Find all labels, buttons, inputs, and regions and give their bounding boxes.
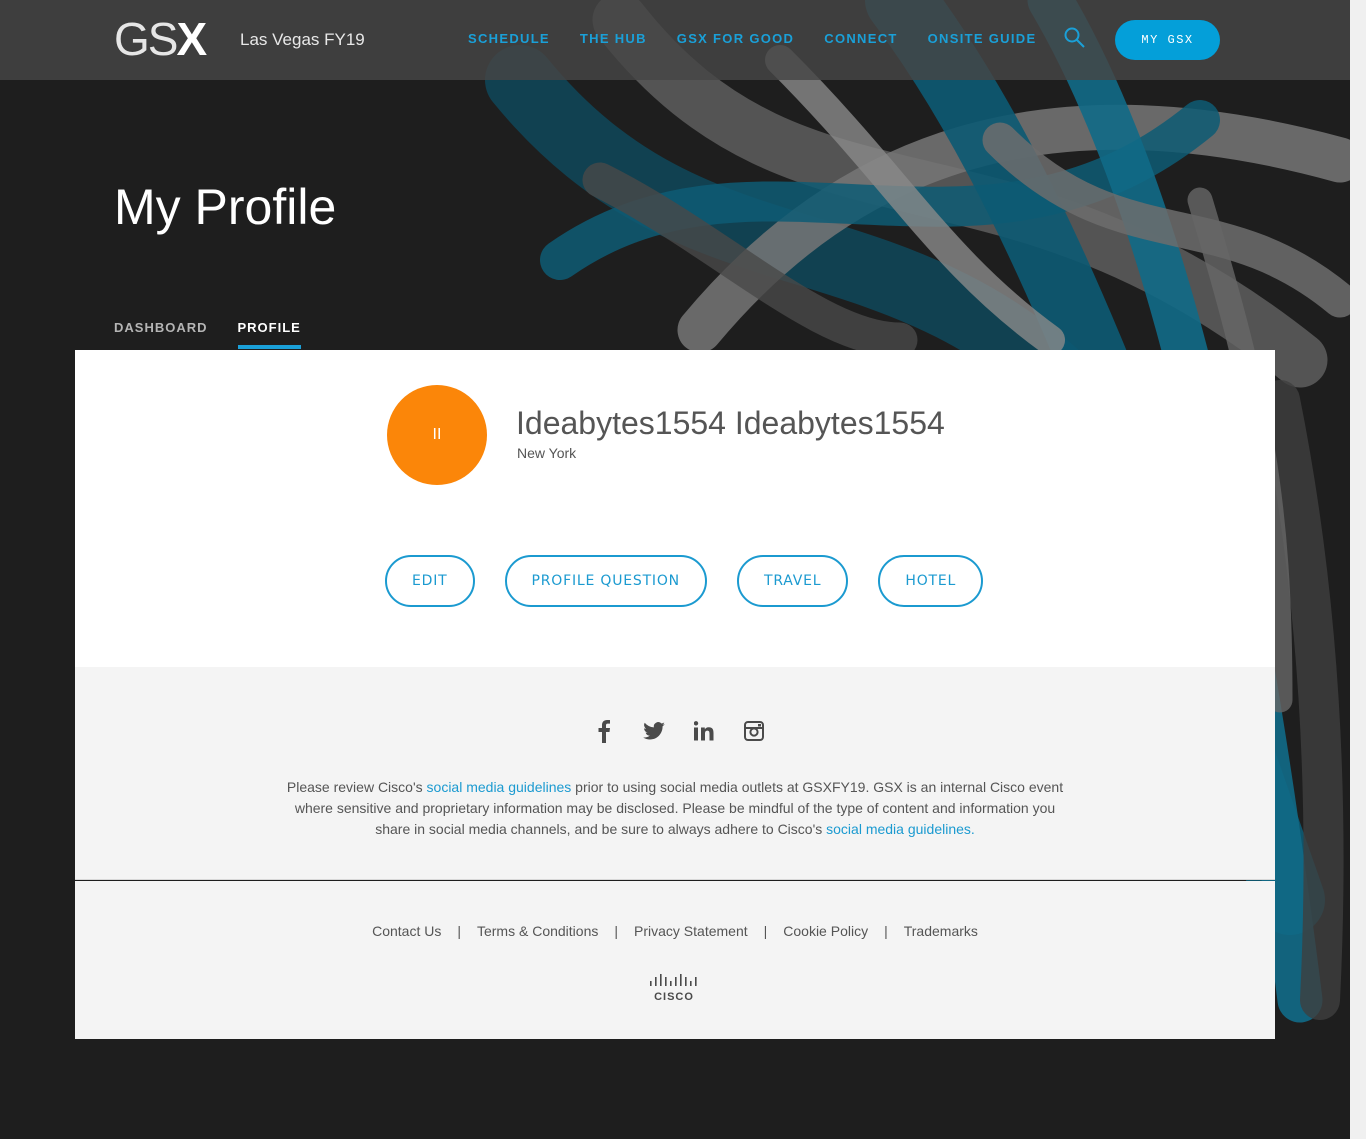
trademarks-link[interactable]: Trademarks bbox=[904, 923, 978, 939]
nav-the-hub[interactable]: THE HUB bbox=[580, 31, 647, 46]
logo-text: GS bbox=[114, 13, 178, 65]
disclaimer-text-1: Please review Cisco's bbox=[286, 779, 427, 795]
cisco-logo[interactable]: CISCO bbox=[648, 973, 702, 1003]
main-nav: SCHEDULE THE HUB GSX FOR GOOD CONNECT ON… bbox=[468, 31, 1066, 46]
profile-location: New York bbox=[517, 445, 577, 461]
social-icons bbox=[593, 719, 793, 743]
legal-links: Contact Us | Terms & Conditions | Privac… bbox=[75, 923, 1275, 939]
avatar[interactable]: II bbox=[387, 385, 487, 485]
separator: | bbox=[614, 923, 619, 939]
social-guidelines-link-2[interactable]: social media guidelines. bbox=[826, 821, 975, 837]
tab-dashboard[interactable]: DASHBOARD bbox=[114, 320, 208, 349]
profile-name: Ideabytes1554 Ideabytes1554 bbox=[516, 405, 945, 441]
profile-tabs: DASHBOARD PROFILE bbox=[114, 320, 331, 349]
nav-onsite-guide[interactable]: ONSITE GUIDE bbox=[928, 31, 1037, 46]
cookie-policy-link[interactable]: Cookie Policy bbox=[783, 923, 868, 939]
event-name: Las Vegas FY19 bbox=[240, 30, 365, 49]
cisco-wordmark: CISCO bbox=[654, 991, 694, 1003]
nav-schedule[interactable]: SCHEDULE bbox=[468, 31, 550, 46]
page-title: My Profile bbox=[114, 179, 337, 235]
hotel-button[interactable]: HOTEL bbox=[878, 555, 984, 607]
separator: | bbox=[763, 923, 768, 939]
legal-footer: Contact Us | Terms & Conditions | Privac… bbox=[75, 881, 1275, 1039]
instagram-icon[interactable] bbox=[743, 719, 765, 743]
social-disclaimer: Please review Cisco's social media guide… bbox=[285, 777, 1065, 840]
social-section: Please review Cisco's social media guide… bbox=[75, 667, 1275, 880]
linkedin-icon[interactable] bbox=[693, 719, 715, 743]
nav-connect[interactable]: CONNECT bbox=[824, 31, 897, 46]
profile-actions: EDIT PROFILE QUESTION TRAVEL HOTEL bbox=[385, 555, 1013, 607]
scrollbar[interactable] bbox=[1350, 0, 1366, 1139]
my-gsx-button[interactable]: MY GSX bbox=[1115, 20, 1220, 60]
profile-question-button[interactable]: PROFILE QUESTION bbox=[504, 555, 707, 607]
separator: | bbox=[457, 923, 461, 939]
avatar-initials: II bbox=[432, 426, 442, 443]
separator: | bbox=[884, 923, 888, 939]
search-icon[interactable] bbox=[1064, 27, 1086, 49]
travel-button[interactable]: TRAVEL bbox=[736, 555, 849, 607]
social-guidelines-link-1[interactable]: social media guidelines bbox=[427, 779, 572, 795]
tab-profile[interactable]: PROFILE bbox=[237, 320, 302, 349]
terms-link[interactable]: Terms & Conditions bbox=[477, 923, 598, 939]
profile-card: II Ideabytes1554 Ideabytes1554 New York … bbox=[75, 350, 1275, 667]
privacy-link[interactable]: Privacy Statement bbox=[634, 923, 748, 939]
nav-gsx-for-good[interactable]: GSX FOR GOOD bbox=[677, 31, 794, 46]
twitter-icon[interactable] bbox=[643, 719, 665, 743]
gsx-logo[interactable]: GSX bbox=[114, 13, 207, 65]
logo-x: X bbox=[176, 13, 207, 65]
scrollbar-thumb[interactable] bbox=[1352, 0, 1364, 1139]
contact-us-link[interactable]: Contact Us bbox=[372, 923, 441, 939]
top-header: GSX Las Vegas FY19 SCHEDULE THE HUB GSX … bbox=[0, 0, 1350, 80]
edit-button[interactable]: EDIT bbox=[385, 555, 475, 607]
facebook-icon[interactable] bbox=[593, 719, 615, 743]
